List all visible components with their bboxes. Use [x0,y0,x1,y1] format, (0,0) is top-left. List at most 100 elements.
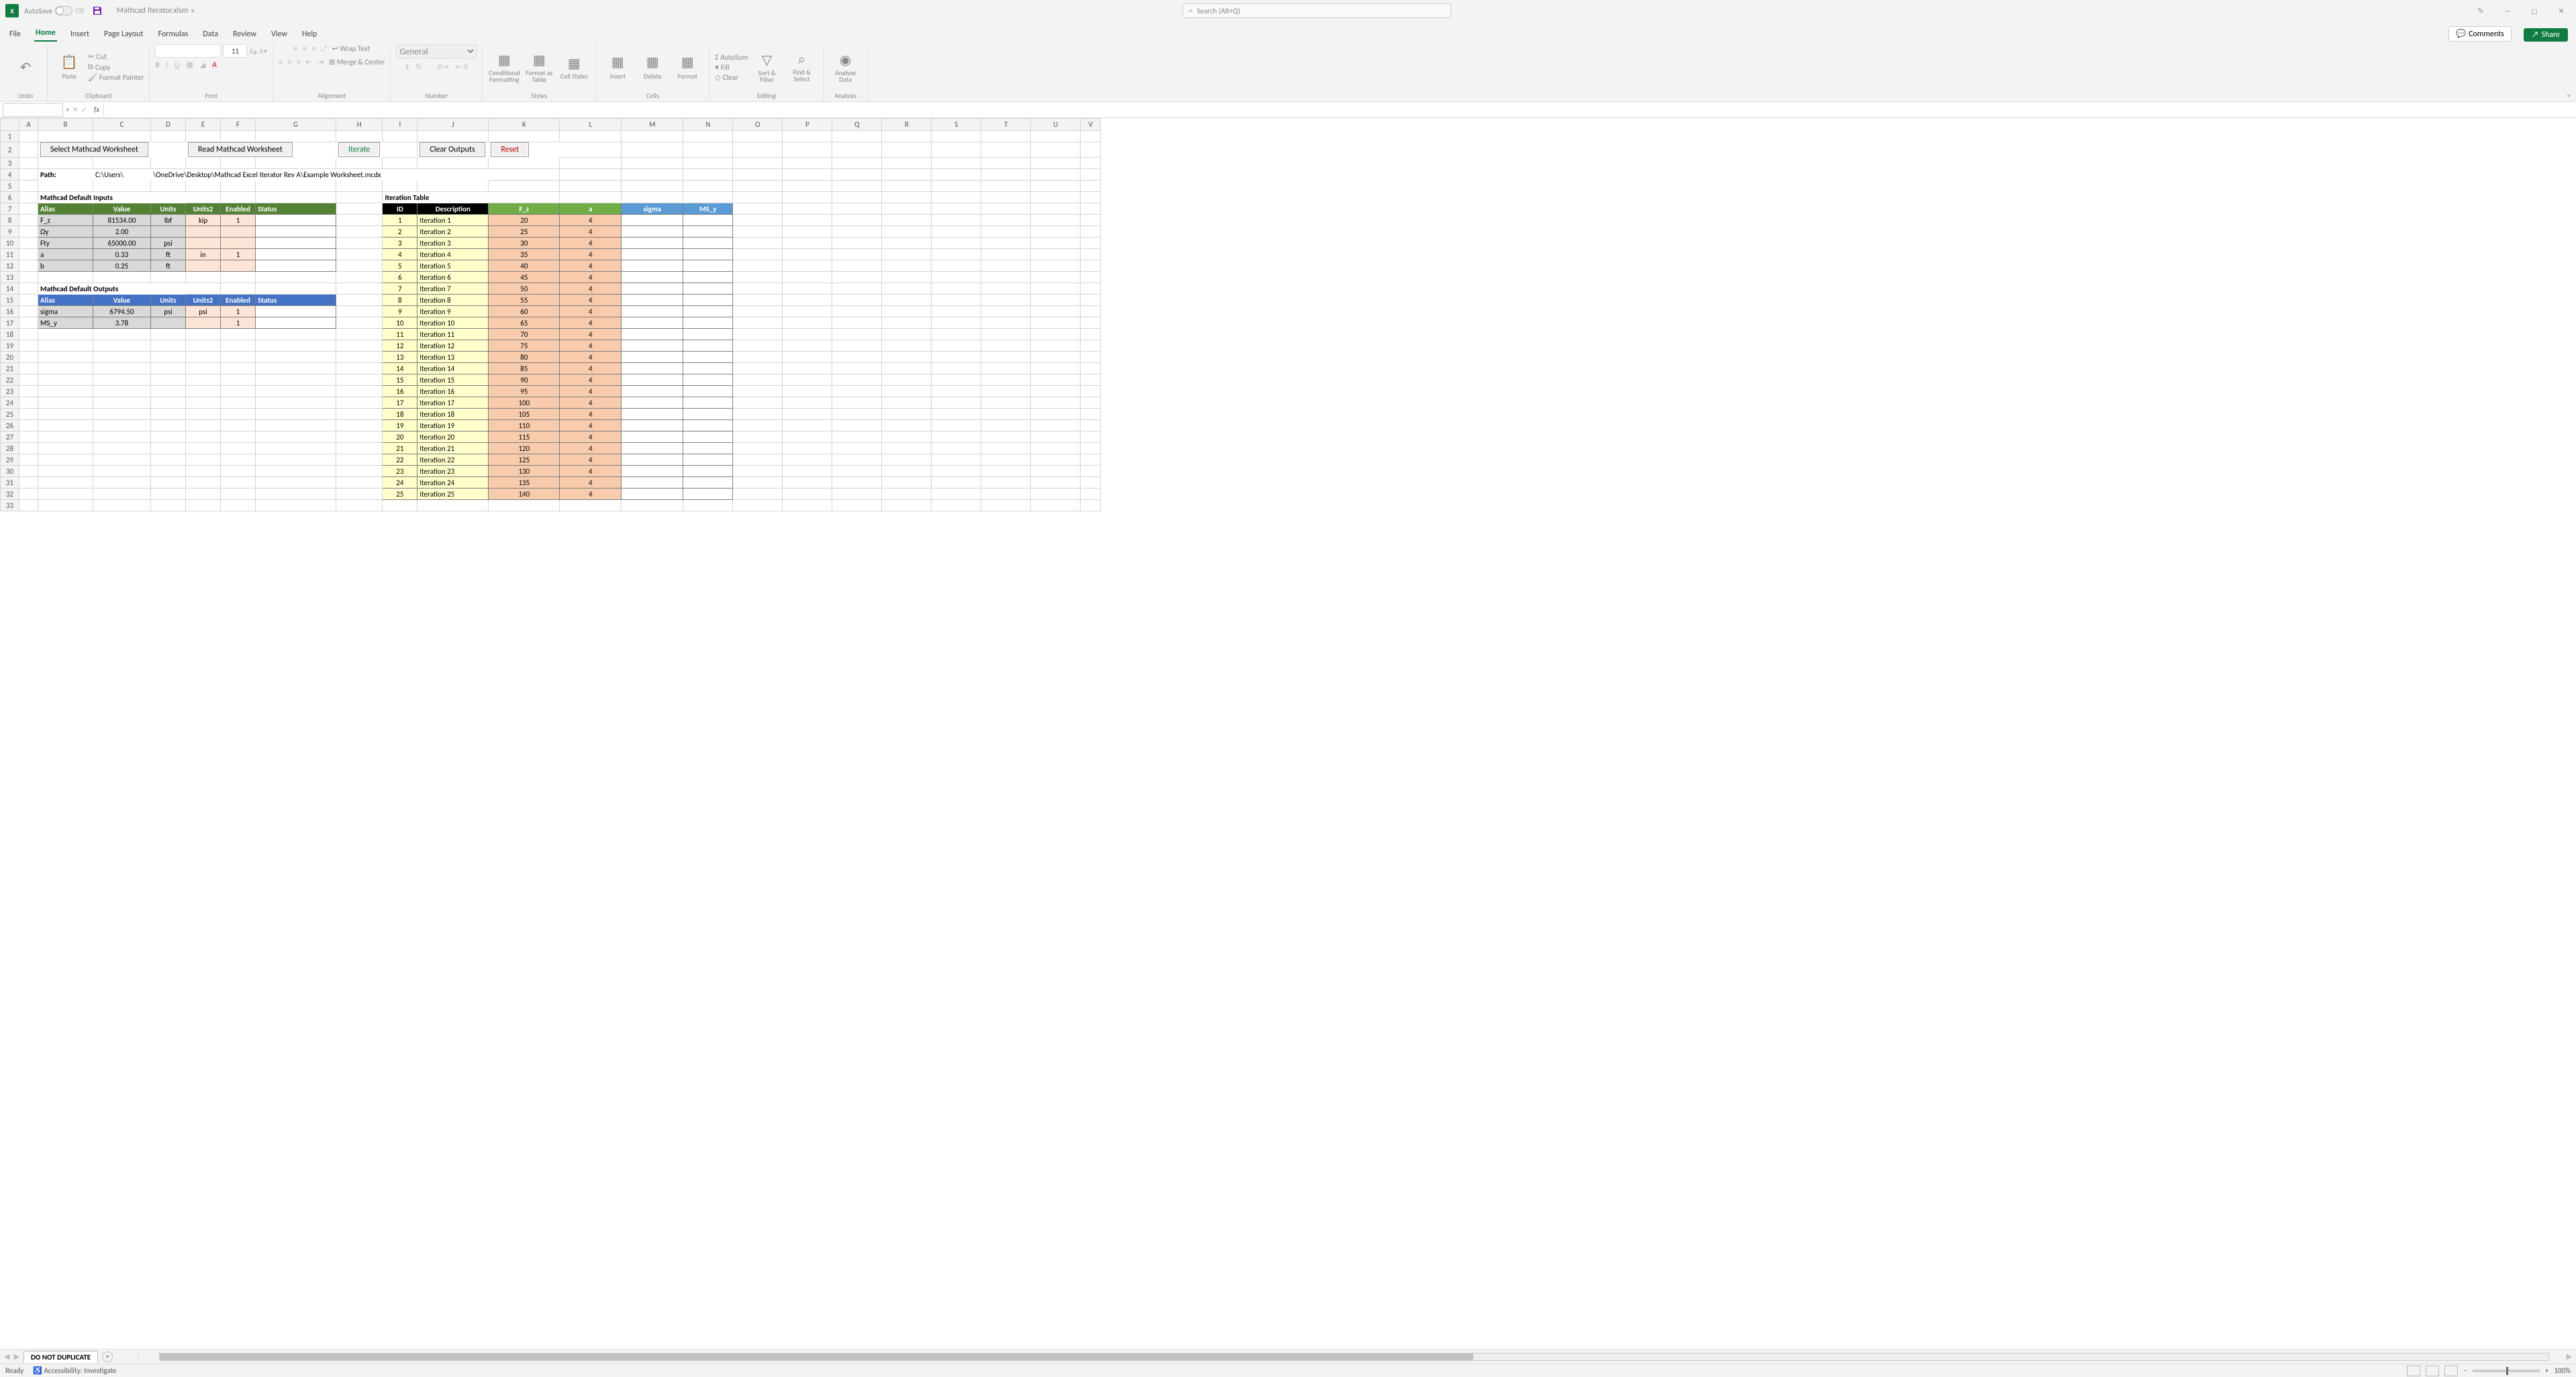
cell-K5[interactable] [489,181,560,192]
cell-Q23[interactable] [832,386,882,397]
cell-G24[interactable] [256,397,336,409]
cell-R11[interactable] [882,249,932,260]
cell-C13[interactable] [93,272,151,283]
cell-N19[interactable] [683,340,733,352]
cell-C22[interactable] [93,374,151,386]
cell-D23[interactable] [151,386,186,397]
cell-T20[interactable] [981,352,1031,363]
cell-S10[interactable] [932,238,981,249]
cell-B29[interactable] [38,454,93,466]
cell-G1[interactable] [256,131,336,142]
cell-U31[interactable] [1031,477,1081,489]
cell-G23[interactable] [256,386,336,397]
cell-B26[interactable] [38,420,93,431]
cell-B15[interactable]: Alias [38,295,93,306]
cell-O27[interactable] [733,431,783,443]
cell-P9[interactable] [783,226,832,238]
cell-N8[interactable] [683,215,733,226]
cell-G9[interactable] [256,226,336,238]
cell-G8[interactable] [256,215,336,226]
maximize-icon[interactable]: ◻ [2525,7,2544,15]
cell-I9[interactable]: 2 [383,226,417,238]
select-worksheet-button[interactable]: Select Mathcad Worksheet [40,142,148,157]
row-header-20[interactable]: 20 [1,352,19,363]
cell-V16[interactable] [1081,306,1101,317]
cell-V19[interactable] [1081,340,1101,352]
cell-S19[interactable] [932,340,981,352]
cell-F15[interactable]: Enabled [221,295,256,306]
cell-F8[interactable]: 1 [221,215,256,226]
cell-K1[interactable] [489,131,560,142]
cell-I28[interactable]: 21 [383,443,417,454]
cell-M15[interactable] [622,295,683,306]
format-painter-button[interactable]: 🖌 Format Painter [88,73,144,82]
cell-O16[interactable] [733,306,783,317]
cell-J14[interactable]: Iteration 7 [417,283,489,295]
cell-C15[interactable]: Value [93,295,151,306]
cell-J27[interactable]: Iteration 20 [417,431,489,443]
cell-K32[interactable]: 140 [489,489,560,500]
cell-V10[interactable] [1081,238,1101,249]
cell-T31[interactable] [981,477,1031,489]
cell-K2[interactable]: Reset [489,142,560,158]
cell-U6[interactable] [1031,192,1081,203]
cell-E1[interactable] [186,131,221,142]
cell-D7[interactable]: Units [151,203,186,215]
cell-P11[interactable] [783,249,832,260]
cell-A15[interactable] [19,295,38,306]
orientation-icon[interactable]: ⤢ [321,44,327,54]
cell-S2[interactable] [932,142,981,158]
cell-A27[interactable] [19,431,38,443]
cell-Q5[interactable] [832,181,882,192]
cell-R9[interactable] [882,226,932,238]
cell-S20[interactable] [932,352,981,363]
cell-M9[interactable] [622,226,683,238]
cell-Q2[interactable] [832,142,882,158]
cell-O11[interactable] [733,249,783,260]
cell-J24[interactable]: Iteration 17 [417,397,489,409]
cell-B1[interactable] [38,131,93,142]
cell-A4[interactable] [19,169,38,181]
cell-P27[interactable] [783,431,832,443]
cell-M11[interactable] [622,249,683,260]
cell-C3[interactable] [93,158,151,169]
cell-J28[interactable]: Iteration 21 [417,443,489,454]
cell-S9[interactable] [932,226,981,238]
col-header-G[interactable]: G [256,119,336,131]
tab-review[interactable]: Review [232,27,258,42]
cell-N10[interactable] [683,238,733,249]
cell-E17[interactable] [186,317,221,329]
cell-V32[interactable] [1081,489,1101,500]
cell-C27[interactable] [93,431,151,443]
cell-K12[interactable]: 40 [489,260,560,272]
cell-M30[interactable] [622,466,683,477]
cell-T29[interactable] [981,454,1031,466]
cell-S33[interactable] [932,500,981,511]
cell-V25[interactable] [1081,409,1101,420]
cell-A32[interactable] [19,489,38,500]
cell-Q24[interactable] [832,397,882,409]
cell-U5[interactable] [1031,181,1081,192]
row-header-29[interactable]: 29 [1,454,19,466]
cell-F12[interactable] [221,260,256,272]
row-header-9[interactable]: 9 [1,226,19,238]
cell-I29[interactable]: 22 [383,454,417,466]
cell-M32[interactable] [622,489,683,500]
cell-S25[interactable] [932,409,981,420]
cell-G21[interactable] [256,363,336,374]
cell-S17[interactable] [932,317,981,329]
cell-K16[interactable]: 60 [489,306,560,317]
cell-L23[interactable]: 4 [560,386,622,397]
row-header-26[interactable]: 26 [1,420,19,431]
cell-G27[interactable] [256,431,336,443]
cell-R16[interactable] [882,306,932,317]
cell-I27[interactable]: 20 [383,431,417,443]
cell-O32[interactable] [733,489,783,500]
cell-U12[interactable] [1031,260,1081,272]
cell-K28[interactable]: 120 [489,443,560,454]
cell-G19[interactable] [256,340,336,352]
page-layout-view-icon[interactable] [2426,1366,2439,1376]
cell-I32[interactable]: 25 [383,489,417,500]
cell-P6[interactable] [783,192,832,203]
cell-R33[interactable] [882,500,932,511]
